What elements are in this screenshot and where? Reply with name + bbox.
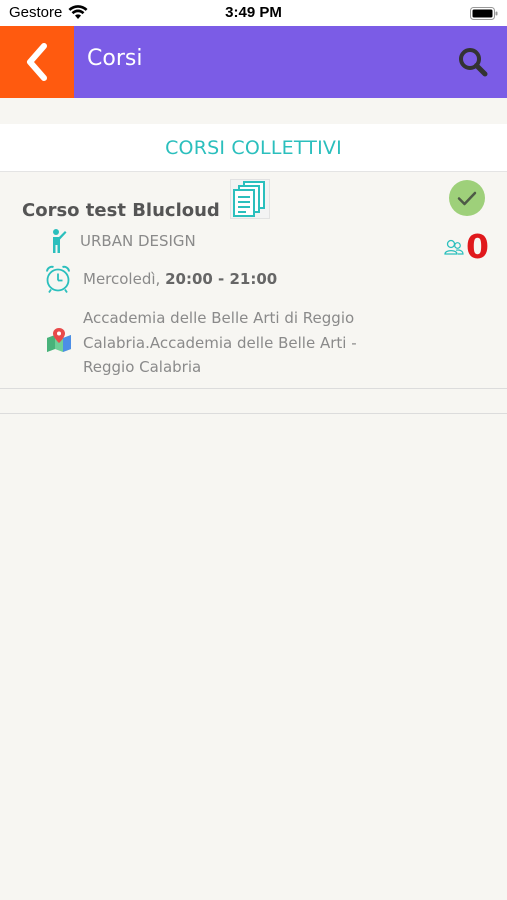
location-text: Accademia delle Belle Arti di Reggio Cal…: [83, 309, 357, 376]
participants-counter: 0: [444, 227, 489, 267]
chevron-left-icon: [27, 43, 47, 81]
section-label: CORSI COLLETTIVI: [165, 136, 342, 159]
search-icon[interactable]: [457, 46, 489, 78]
course-card[interactable]: Corso test Blucloud 0 URBAN DESIGN Merco…: [0, 173, 507, 389]
teacher-row: URBAN DESIGN: [50, 228, 196, 254]
schedule-day: Mercoledì,: [83, 270, 161, 288]
app-header: Corsi: [0, 26, 507, 98]
course-title: Corso test Blucloud: [22, 200, 220, 221]
back-button[interactable]: [0, 26, 74, 98]
divider: [0, 413, 507, 414]
battery-icon: [470, 7, 498, 20]
tab-corsi-collettivi[interactable]: CORSI COLLETTIVI: [0, 124, 507, 172]
participants-count: 0: [466, 227, 489, 266]
users-icon: [444, 239, 464, 255]
schedule-text: Mercoledì, 20:00 - 21:00: [83, 270, 277, 288]
documents-icon[interactable]: [230, 179, 270, 219]
schedule-row: Mercoledì, 20:00 - 21:00: [44, 263, 277, 295]
page-title: Corsi: [87, 46, 143, 71]
alarm-clock-icon: [46, 265, 70, 293]
schedule-hours: 20:00 - 21:00: [165, 270, 278, 288]
teacher-name: URBAN DESIGN: [80, 232, 196, 250]
status-bar: Gestore 3:49 PM: [0, 0, 507, 26]
map-pin-icon: [47, 328, 71, 352]
check-circle-icon[interactable]: [448, 179, 486, 217]
clock: 3:49 PM: [225, 4, 282, 21]
teacher-icon: [53, 229, 67, 253]
